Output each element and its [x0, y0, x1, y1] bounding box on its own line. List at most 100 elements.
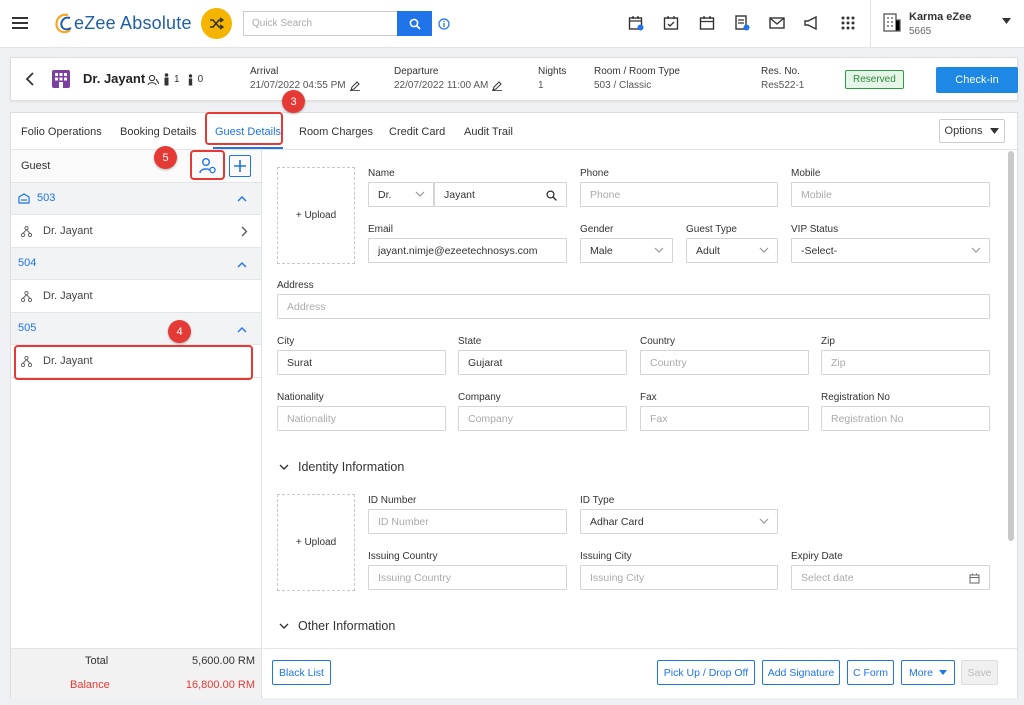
salutation-select[interactable]: Dr.	[368, 182, 434, 207]
calendar-icon[interactable]	[969, 573, 980, 584]
mail-icon[interactable]	[768, 14, 786, 32]
black-list-button[interactable]: Black List	[272, 660, 331, 685]
guest-row[interactable]: Dr. Jayant	[11, 215, 261, 248]
departure-label: Departure	[394, 66, 439, 77]
options-dropdown[interactable]: Options	[939, 119, 1005, 143]
zip-input[interactable]: Zip	[821, 350, 990, 375]
top-bar: eZee Absolute Karma eZee 5665	[0, 0, 1024, 48]
address-label: Address	[277, 280, 314, 291]
chevron-down-icon	[971, 247, 981, 253]
room-number: 504	[18, 257, 37, 269]
guest-tree-icon	[21, 291, 32, 302]
menu-icon[interactable]	[12, 16, 28, 30]
tab-audit-trail[interactable]: Audit Trail	[464, 126, 513, 138]
add-signature-button[interactable]: Add Signature	[762, 660, 840, 685]
company-input[interactable]: Company	[458, 406, 627, 431]
room-number: 503	[37, 192, 56, 204]
id-type-select[interactable]: Adhar Card	[580, 509, 778, 534]
c-form-button[interactable]: C Form	[847, 660, 894, 685]
state-input[interactable]: Gujarat	[458, 350, 627, 375]
issuing-city-input[interactable]: Issuing City	[580, 565, 778, 590]
tab-booking-details[interactable]: Booking Details	[120, 126, 196, 138]
id-type-label: ID Type	[580, 495, 615, 506]
issuing-country-input[interactable]: Issuing Country	[368, 565, 567, 590]
calendar-add-icon[interactable]	[627, 14, 645, 32]
room-number: 505	[18, 322, 37, 334]
reservation-header: Dr. Jayant 1 0 Arrival 21/07/2022 04:55 …	[10, 57, 1018, 101]
nights-label: Nights	[538, 66, 567, 77]
photo-upload[interactable]: + Upload	[277, 167, 355, 264]
issuing-city-label: Issuing City	[580, 551, 632, 562]
divider	[870, 0, 871, 47]
room-row-503[interactable]: 503	[11, 183, 261, 215]
guest-name: Dr. Jayant	[43, 225, 93, 237]
id-upload[interactable]: + Upload	[277, 494, 355, 591]
identity-section-title: Identity Information	[298, 460, 405, 474]
mobile-input[interactable]: Mobile	[791, 182, 990, 207]
calendar-check-icon[interactable]	[662, 14, 680, 32]
user-name[interactable]: Karma eZee	[909, 11, 971, 23]
city-input[interactable]: Surat	[277, 350, 446, 375]
expiry-date-input[interactable]: Select date	[791, 565, 990, 590]
email-label: Email	[368, 224, 394, 235]
highlight-assign-guest	[190, 150, 225, 180]
chevron-down-icon	[279, 464, 289, 470]
chevron-down-icon	[654, 247, 664, 253]
check-in-button[interactable]: Check-in	[936, 67, 1018, 93]
registration-no-input[interactable]: Registration No	[821, 406, 990, 431]
user-dropdown-icon[interactable]	[1002, 18, 1011, 24]
edit-arrival-icon[interactable]	[349, 80, 360, 91]
more-button[interactable]: More	[901, 660, 955, 685]
search-button[interactable]	[397, 11, 432, 36]
tab-credit-card[interactable]: Credit Card	[389, 126, 445, 138]
phone-input[interactable]: Phone	[580, 182, 778, 207]
address-input[interactable]: Address	[277, 294, 990, 319]
info-icon[interactable]	[438, 18, 450, 30]
megaphone-icon[interactable]	[802, 14, 820, 32]
room-value: 503 / Classic	[594, 80, 652, 91]
city-label: City	[277, 336, 295, 347]
gender-select[interactable]: Male	[580, 238, 673, 263]
other-section-toggle[interactable]: Other Information	[279, 619, 395, 633]
chevron-up-icon[interactable]	[237, 196, 247, 202]
apps-grid-icon[interactable]	[839, 14, 857, 32]
chevron-up-icon[interactable]	[237, 327, 247, 333]
name-input[interactable]: Jayant	[434, 182, 567, 207]
app-logo[interactable]: eZee Absolute	[52, 11, 192, 35]
add-guest-button[interactable]	[229, 155, 251, 177]
save-button[interactable]: Save	[961, 660, 998, 685]
email-input[interactable]: jayant.nimje@ezeetechnosys.com	[368, 238, 567, 263]
chevron-down-icon	[759, 247, 769, 253]
search-icon[interactable]	[546, 190, 557, 201]
step-marker-4: 4	[168, 320, 191, 343]
id-number-input[interactable]: ID Number	[368, 509, 567, 534]
invoice-icon[interactable]	[733, 14, 751, 32]
tab-room-charges[interactable]: Room Charges	[299, 126, 373, 138]
fax-input[interactable]: Fax	[640, 406, 809, 431]
main-panel: Folio Operations Booking Details Guest D…	[10, 112, 1018, 698]
chevron-up-icon[interactable]	[237, 262, 247, 268]
guest-row[interactable]: Dr. Jayant	[11, 280, 261, 313]
chevron-down-icon	[990, 128, 1000, 134]
shuffle-button[interactable]	[201, 8, 232, 39]
tab-folio-operations[interactable]: Folio Operations	[21, 126, 102, 138]
back-arrow-icon[interactable]	[25, 72, 35, 86]
calendar-icon[interactable]	[698, 14, 716, 32]
country-input[interactable]: Country	[640, 350, 809, 375]
name-label: Name	[368, 168, 395, 179]
vip-status-select[interactable]: -Select-	[791, 238, 990, 263]
pick-up-drop-off-button[interactable]: Pick Up / Drop Off	[657, 660, 755, 685]
guest-list-title: Guest	[21, 160, 51, 172]
id-number-label: ID Number	[368, 495, 417, 506]
room-row-505[interactable]: 505	[11, 313, 261, 345]
room-row-504[interactable]: 504	[11, 248, 261, 280]
guest-list-panel: Guest 503 Dr. Jayant 504 Dr. Jayant 505 …	[11, 150, 262, 698]
nationality-input[interactable]: Nationality	[277, 406, 446, 431]
scrollbar[interactable]	[1008, 151, 1014, 541]
edit-departure-icon[interactable]	[492, 80, 503, 91]
quick-search-input[interactable]	[243, 11, 397, 36]
identity-section-toggle[interactable]: Identity Information	[279, 460, 404, 474]
guest-type-select[interactable]: Adult	[686, 238, 778, 263]
chevron-right-icon[interactable]	[241, 226, 248, 237]
nationality-label: Nationality	[277, 392, 324, 403]
